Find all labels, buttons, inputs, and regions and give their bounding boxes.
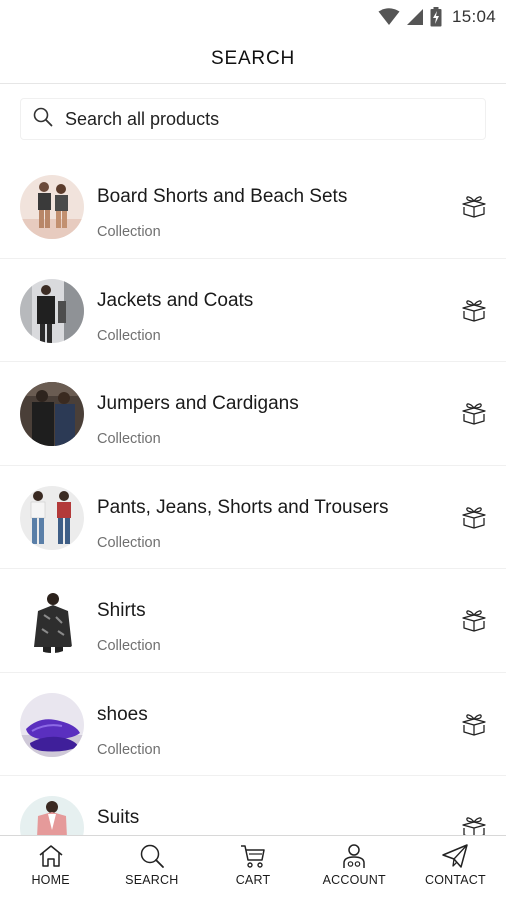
home-icon: [37, 843, 65, 869]
collection-title: Pants, Jeans, Shorts and Trousers: [97, 496, 389, 518]
search-icon: [138, 843, 166, 869]
status-time: 15:04: [451, 7, 496, 26]
gift-box-icon[interactable]: [460, 402, 488, 426]
nav-contact[interactable]: CONTACT: [405, 836, 506, 900]
collection-list: Board Shorts and Beach Sets Collection J…: [0, 155, 506, 835]
list-item[interactable]: Pants, Jeans, Shorts and Trousers Collec…: [0, 466, 506, 569]
cell-signal-icon: [406, 8, 424, 26]
nav-account[interactable]: ACCOUNT: [304, 836, 405, 900]
app-header: SEARCH: [0, 34, 506, 84]
collection-subtitle: Collection: [97, 741, 161, 758]
collection-title: shoes: [97, 703, 148, 725]
status-icons: 15:04: [378, 6, 496, 28]
nav-cart[interactable]: CART: [202, 836, 303, 900]
nav-label: SEARCH: [125, 873, 179, 887]
page-title: SEARCH: [211, 47, 295, 69]
collection-subtitle: Collection: [97, 431, 161, 447]
gift-box-icon[interactable]: [460, 299, 488, 323]
collection-thumbnail: [20, 692, 84, 757]
list-item[interactable]: shoes Collection: [0, 673, 506, 776]
collection-thumbnail: [20, 589, 84, 653]
list-item[interactable]: Jackets and Coats Collection: [0, 259, 506, 362]
gift-box-icon[interactable]: [460, 713, 488, 737]
status-bar: 15:04: [0, 0, 506, 34]
collection-thumbnail: [20, 485, 84, 550]
collection-thumbnail: [20, 175, 84, 239]
nav-search[interactable]: SEARCH: [101, 836, 202, 900]
search-input[interactable]: [65, 108, 465, 130]
collection-subtitle: Collection: [97, 327, 161, 344]
list-item[interactable]: Suits: [0, 776, 506, 835]
gift-box-icon[interactable]: [460, 506, 488, 530]
list-item[interactable]: Shirts Collection: [0, 569, 506, 673]
nav-label: CART: [235, 873, 271, 887]
collection-title: Board Shorts and Beach Sets: [97, 186, 348, 207]
collection-title: Suits: [97, 807, 140, 828]
collection-title: Jackets and Coats: [97, 289, 254, 311]
collection-thumbnail: [20, 796, 84, 835]
nav-label: HOME: [31, 873, 70, 887]
battery-charging-icon: [430, 7, 442, 27]
collection-subtitle: Collection: [97, 224, 161, 240]
collection-title: Jumpers and Cardigans: [97, 393, 299, 414]
bottom-nav: HOME SEARCH CART ACCOUNT CONTACT: [0, 835, 506, 900]
gift-box-icon[interactable]: [460, 195, 488, 219]
collection-subtitle: Collection: [97, 534, 161, 551]
account-icon: [340, 843, 368, 869]
gift-box-icon[interactable]: [460, 816, 488, 835]
collection-thumbnail: [20, 278, 84, 343]
search-box[interactable]: [20, 98, 486, 140]
collection-subtitle: Collection: [97, 638, 161, 654]
wifi-icon: [378, 8, 400, 26]
nav-home[interactable]: HOME: [0, 836, 101, 900]
collection-title: Shirts: [97, 600, 146, 621]
paper-plane-icon: [441, 843, 469, 869]
collection-thumbnail: [20, 382, 84, 446]
nav-label: CONTACT: [424, 873, 486, 887]
list-item[interactable]: Jumpers and Cardigans Collection: [0, 362, 506, 466]
nav-label: ACCOUNT: [322, 873, 386, 887]
search-icon: [33, 107, 53, 132]
list-item[interactable]: Board Shorts and Beach Sets Collection: [0, 155, 506, 259]
gift-box-icon[interactable]: [460, 609, 488, 633]
cart-icon: [239, 843, 267, 869]
